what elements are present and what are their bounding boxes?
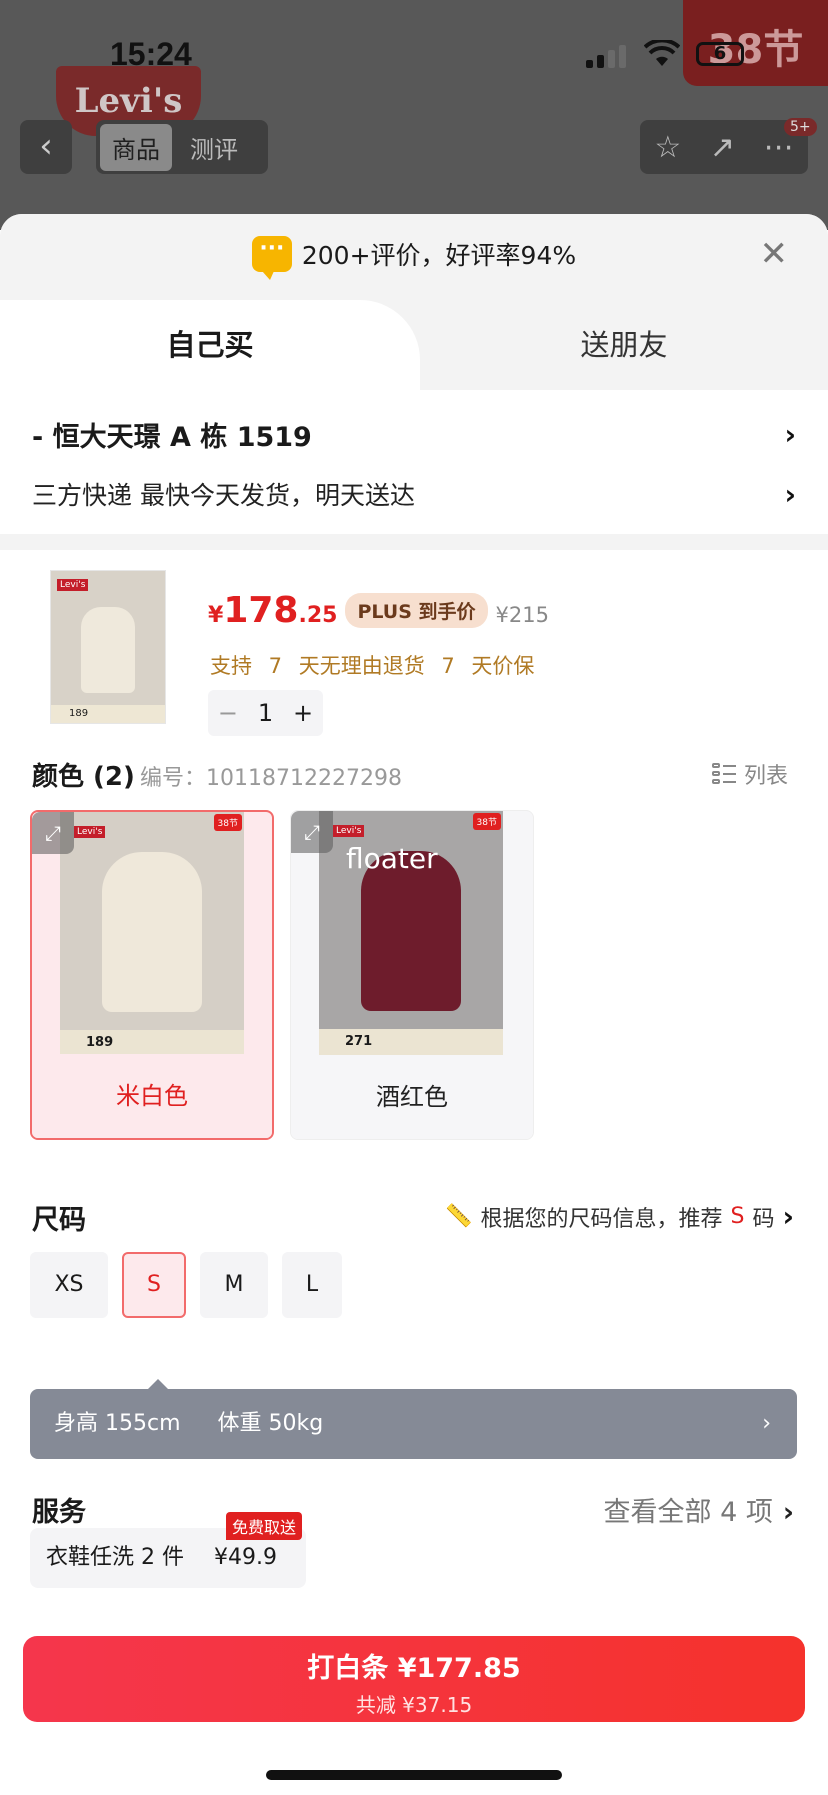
status-time: 15:24 [110,36,192,72]
home-indicator[interactable] [266,1770,562,1780]
purchase-mode-tabs: 自己买 送朋友 [0,300,828,390]
chevron-right-icon: › [782,1200,794,1233]
tab-send-friend[interactable]: 送朋友 [420,300,828,390]
signal-icon [586,44,626,68]
model-figure [81,607,135,693]
weight-value: 体重 50kg [217,1411,324,1436]
brand-tag: Levi's [57,579,89,591]
chevron-right-icon: › [784,477,796,511]
chevron-right-icon: › [784,417,796,451]
brand-tag: Levi's [333,825,365,837]
current-price: ¥178.25 [208,590,338,631]
action-group: ☆ ↗ ⋯ [640,120,808,174]
size-option-s[interactable]: S [122,1252,186,1318]
color-title: 颜色 (2) [32,762,135,792]
model-figure [102,852,202,1012]
back-button[interactable]: ‹ [20,120,72,174]
list-view-toggle[interactable]: 列表 [711,758,788,790]
discount-label: 共减 ¥37.15 [355,1693,473,1717]
plus-price-badge: PLUS 到手价 [345,593,488,628]
swatch-price-strip: 271 [319,1029,503,1055]
tab-product[interactable]: 商品 [100,123,172,171]
notification-count: 5+ [784,118,817,136]
product-summary: Levi's 189 ¥178.25 PLUS 到手价 ¥215 支持 7 天无… [0,550,828,740]
expand-icon[interactable]: ⤢ [291,811,333,853]
color-label: 酒红色 [291,1055,533,1139]
recommended-size: S [730,1204,745,1229]
service-tag: 免费取送 [226,1512,303,1540]
decrement-button[interactable]: − [218,699,238,727]
status-bar: 15:24 6 [0,0,828,100]
section-divider [0,534,828,550]
increment-button[interactable]: + [293,699,313,727]
view-all-services[interactable]: 查看全部 4 项 › [604,1490,794,1529]
quantity-value[interactable]: 1 [258,699,273,727]
floater-overlay: floater [346,842,438,875]
size-header: 尺码 📏 根据您的尺码信息，推荐 S 码 › [0,1182,828,1252]
delivery-text: 三方快递 最快今天发货，明天送达 [32,481,415,510]
sku-number: 编号：10118712227298 [140,766,402,791]
chevron-right-icon: › [782,1497,794,1528]
festival-tag: 38节 [472,813,501,830]
address-text: - 恒大天璟 A 栋 1519 [32,421,312,453]
quantity-stepper: − 1 + [208,690,323,736]
expand-icon[interactable]: ⤢ [32,812,74,854]
service-price: ¥49.9 [213,1545,277,1570]
wifi-icon [644,40,680,66]
ruler-icon: 📏 [445,1204,473,1229]
size-option-xs[interactable]: XS [30,1252,108,1318]
checkout-label: 打白条 ¥177.85 [307,1653,521,1684]
battery-icon: 6 [696,42,744,66]
recommendation-text: 根据您的尺码信息，推荐 [480,1206,723,1232]
color-label: 米白色 [32,1054,272,1138]
thumb-price-strip: 189 [51,705,165,723]
rating-summary[interactable]: ··· 200+评价，好评率94% [0,236,828,280]
list-icon [711,763,736,785]
size-option-l[interactable]: L [282,1252,342,1318]
festival-tag: 38节 [213,814,242,831]
service-title: 服务 [32,1497,86,1528]
size-options: XS S M L [0,1252,828,1328]
body-measurements[interactable]: 身高 155cm 体重 50kg › [30,1379,797,1459]
product-thumbnail[interactable]: Levi's 189 [50,570,166,724]
size-title: 尺码 [32,1205,86,1236]
delivery-row[interactable]: 三方快递 最快今天发货，明天送达 › [32,464,796,524]
original-price: ¥215 [495,603,549,627]
price-row: ¥178.25 PLUS 到手价 ¥215 [208,590,549,632]
comment-icon: ··· [251,236,292,280]
tab-buy-self[interactable]: 自己买 [0,300,420,390]
recommendation-suffix: 码 [752,1206,775,1232]
color-option-cream[interactable]: Levi's 38节 189 ⤢ 米白色 [30,810,274,1140]
chevron-right-icon: › [762,1411,771,1436]
size-option-m[interactable]: M [200,1252,268,1318]
rating-text: 200+评价，好评率94% [301,241,577,270]
service-name: 衣鞋任洗 2 件 [46,1545,184,1570]
model-figure [361,851,461,1011]
chevron-left-icon: ‹ [39,126,53,166]
return-guarantee: 支持 7 天无理由退货 7 天价保 [210,654,535,678]
share-icon[interactable]: ↗ [710,130,735,165]
swatch-price-strip: 189 [60,1030,244,1056]
brand-tag: Levi's [74,826,106,838]
delivery-section: - 恒大天璟 A 栋 1519 › 三方快递 最快今天发货，明天送达 › [0,404,828,524]
color-header: 颜色 (2) 编号：10118712227298 列表 [0,746,828,806]
swatch-image: Levi's 38节 189 [60,812,244,1056]
tab-review[interactable]: 测评 [178,124,250,171]
list-label: 列表 [743,764,788,789]
checkout-button[interactable]: 打白条 ¥177.85 共减 ¥37.15 [23,1636,805,1722]
height-value: 身高 155cm [54,1411,181,1436]
size-recommendation[interactable]: 📏 根据您的尺码信息，推荐 S 码 › [445,1200,794,1233]
page-tabs: 商品 测评 [96,120,268,174]
close-icon[interactable]: ✕ [760,236,789,272]
sheet-header: ··· 200+评价，好评率94% ✕ 自己买 送朋友 [0,214,828,390]
address-row[interactable]: - 恒大天璟 A 栋 1519 › [32,404,796,464]
star-icon[interactable]: ☆ [654,130,681,165]
